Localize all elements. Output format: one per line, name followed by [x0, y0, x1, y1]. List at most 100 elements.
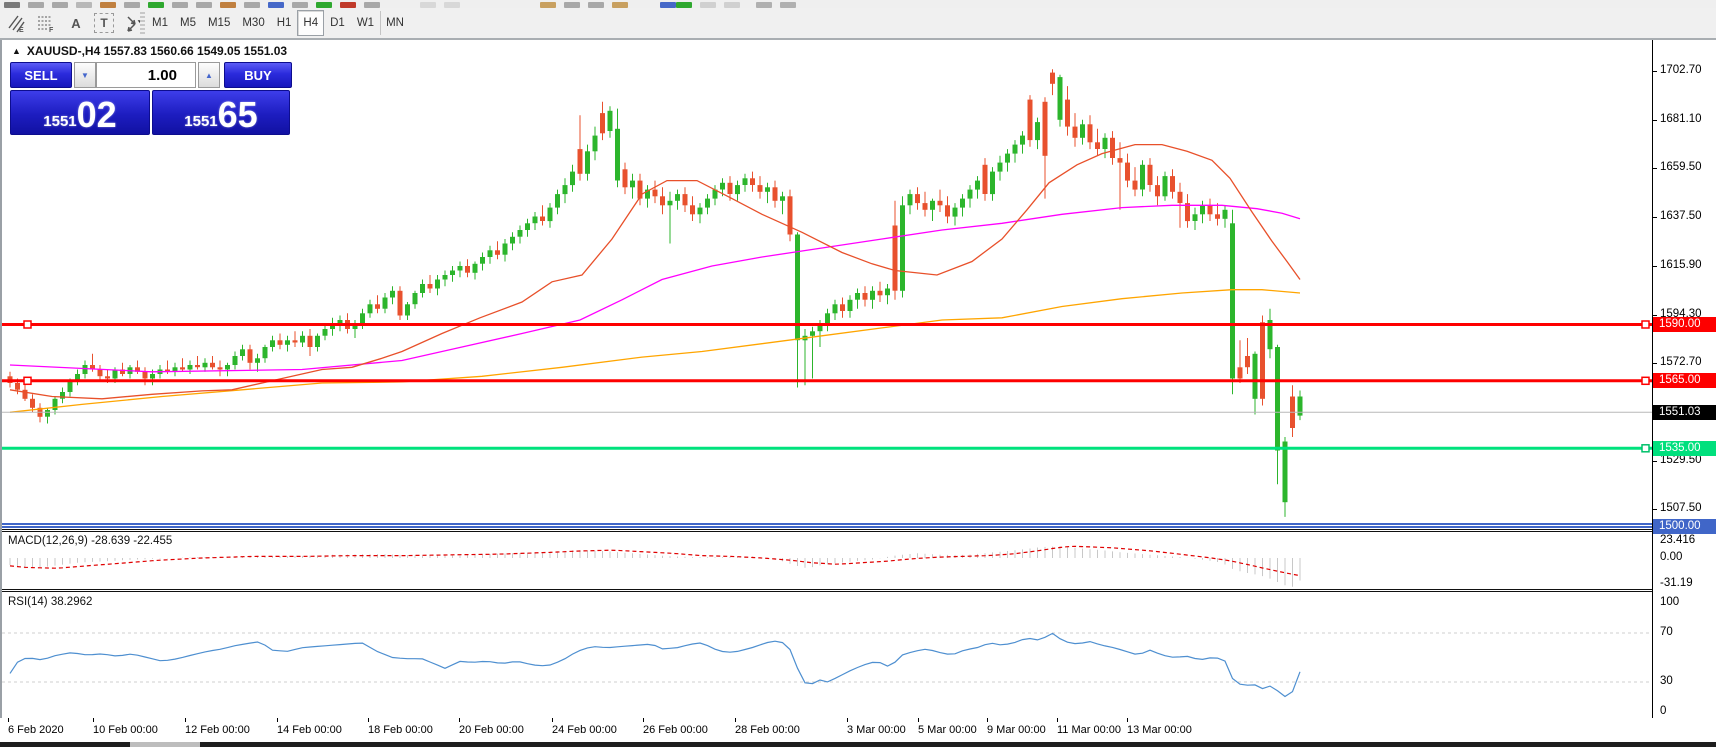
price-badge: 1500.00 [1653, 519, 1716, 534]
timeframe-button-M30[interactable]: M30 [236, 10, 270, 36]
timeframe-button-M15[interactable]: M15 [202, 10, 236, 36]
volume-increase-button[interactable]: ▲ [198, 62, 220, 88]
sell-price-pips: 02 [77, 96, 117, 134]
fibonacci-tool-icon[interactable]: F [34, 11, 58, 35]
date-axis-label: 24 Feb 00:00 [552, 724, 617, 736]
sell-price-display[interactable]: 1551 02 [10, 90, 150, 135]
date-axis-label: 20 Feb 00:00 [459, 724, 524, 736]
price-axis-tick [1653, 168, 1657, 169]
date-axis-tick [368, 718, 369, 722]
one-click-trade-panel: SELL ▼ ▲ BUY 1551 02 1551 65 [10, 62, 292, 135]
macd-scale-label: 23.416 [1660, 534, 1695, 546]
date-axis-tick [459, 718, 460, 722]
date-axis-tick [277, 718, 278, 722]
chevron-up-icon: ▲ [205, 71, 213, 80]
price-axis-tick [1653, 509, 1657, 510]
toolbar-separator [380, 11, 381, 35]
date-axis-tick [185, 718, 186, 722]
timeframe-button-D1[interactable]: D1 [324, 10, 351, 36]
price-axis-label: 1637.50 [1660, 210, 1702, 222]
price-badge: 1551.03 [1653, 405, 1716, 420]
timeframe-button-M1[interactable]: M1 [146, 10, 174, 36]
channel-tool-icon[interactable]: E [4, 11, 28, 35]
buy-price-main: 1551 [184, 113, 217, 134]
date-axis-tick [735, 718, 736, 722]
bottom-edge-bar [0, 742, 1716, 747]
date-axis-label: 14 Feb 00:00 [277, 724, 342, 736]
price-badge: 1535.00 [1653, 441, 1716, 456]
buy-price-display[interactable]: 1551 65 [152, 90, 290, 135]
date-axis-label: 28 Feb 00:00 [735, 724, 800, 736]
date-axis-label: 9 Mar 00:00 [987, 724, 1046, 736]
rsi-scale-label: 0 [1660, 705, 1666, 717]
price-axis-label: 1702.70 [1660, 64, 1702, 76]
date-axis: 6 Feb 2020 10 Feb 00:00 12 Feb 00:00 14 Feb… [0, 718, 1716, 742]
window-separator-1500-line[interactable] [2, 522, 1716, 532]
price-axis-tick [1653, 363, 1657, 364]
window-separator-macd-rsi[interactable] [2, 589, 1716, 593]
date-axis-tick [918, 718, 919, 722]
macd-chart[interactable] [2, 532, 1652, 589]
date-axis-tick [1057, 718, 1058, 722]
rsi-label: RSI(14) 38.2962 [8, 596, 92, 608]
rsi-scale-label: 100 [1660, 596, 1679, 608]
macd-pane[interactable]: MACD(12,26,9) -28.639 -22.455 [2, 532, 1652, 589]
date-axis-tick [1127, 718, 1128, 722]
rsi-scale-label: 30 [1660, 675, 1673, 687]
date-axis-tick [8, 718, 9, 722]
toolbar-top-strip [0, 0, 1716, 8]
price-badge: 1565.00 [1653, 373, 1716, 388]
trading-platform-window: E F A T [0, 0, 1716, 747]
text-tool-icon[interactable]: A [64, 11, 88, 35]
timeframe-button-M5[interactable]: M5 [174, 10, 202, 36]
bottom-edge-gap [130, 742, 200, 747]
rsi-scale-label: 70 [1660, 626, 1673, 638]
svg-text:F: F [49, 27, 54, 33]
date-axis-label: 13 Mar 00:00 [1127, 724, 1192, 736]
price-badge: 1590.00 [1653, 317, 1716, 332]
rsi-pane[interactable]: RSI(14) 38.2962 [2, 593, 1652, 718]
text-label-tool-icon[interactable]: T [94, 13, 114, 33]
volume-input[interactable] [96, 62, 196, 88]
timeframe-button-MN[interactable]: MN [380, 10, 410, 36]
svg-text:E: E [19, 27, 24, 33]
toolbar-main: E F A T [0, 8, 1716, 38]
date-axis-label: 12 Feb 00:00 [185, 724, 250, 736]
date-axis-label: 18 Feb 00:00 [368, 724, 433, 736]
price-axis-label: 1681.10 [1660, 113, 1702, 125]
price-axis-label: 1615.90 [1660, 259, 1702, 271]
chevron-down-icon: ▼ [81, 71, 89, 80]
date-axis-label: 6 Feb 2020 [8, 724, 64, 736]
date-axis-tick [987, 718, 988, 722]
price-axis: 1702.701681.101659.501637.501615.901594.… [1652, 40, 1716, 718]
chart-title-text: XAUUSD-,H4 1557.83 1560.66 1549.05 1551.… [27, 44, 287, 58]
toolbar-drag-handle[interactable] [140, 12, 145, 34]
macd-scale-label: 0.00 [1660, 551, 1682, 563]
price-axis-tick [1653, 71, 1657, 72]
price-axis-label: 1572.70 [1660, 356, 1702, 368]
macd-scale-label: -31.19 [1660, 577, 1693, 589]
timeframe-buttons: M1M5M15M30H1H4D1W1MN [146, 10, 410, 36]
price-axis-tick [1653, 461, 1657, 462]
volume-decrease-button[interactable]: ▼ [74, 62, 96, 88]
price-axis-label: 1507.50 [1660, 502, 1702, 514]
one-click-collapse-icon[interactable]: ▲ [12, 46, 21, 56]
chart-window[interactable]: ▲ XAUUSD-,H4 1557.83 1560.66 1549.05 155… [0, 40, 1652, 718]
macd-label: MACD(12,26,9) -28.639 -22.455 [8, 535, 172, 547]
sell-button[interactable]: SELL [10, 62, 72, 88]
sell-price-main: 1551 [43, 113, 76, 134]
date-axis-label: 11 Mar 00:00 [1057, 724, 1121, 736]
date-axis-label: 5 Mar 00:00 [918, 724, 977, 736]
date-axis-label: 10 Feb 00:00 [93, 724, 158, 736]
timeframe-button-H4[interactable]: H4 [297, 10, 324, 36]
price-axis-tick [1653, 217, 1657, 218]
date-axis-label: 3 Mar 00:00 [847, 724, 906, 736]
buy-button[interactable]: BUY [224, 62, 292, 88]
price-axis-tick [1653, 266, 1657, 267]
rsi-chart[interactable] [2, 593, 1652, 718]
buy-price-pips: 65 [218, 96, 258, 134]
timeframe-button-W1[interactable]: W1 [351, 10, 380, 36]
date-axis-label: 26 Feb 00:00 [643, 724, 708, 736]
timeframe-button-H1[interactable]: H1 [271, 10, 298, 36]
price-axis-label: 1659.50 [1660, 161, 1702, 173]
